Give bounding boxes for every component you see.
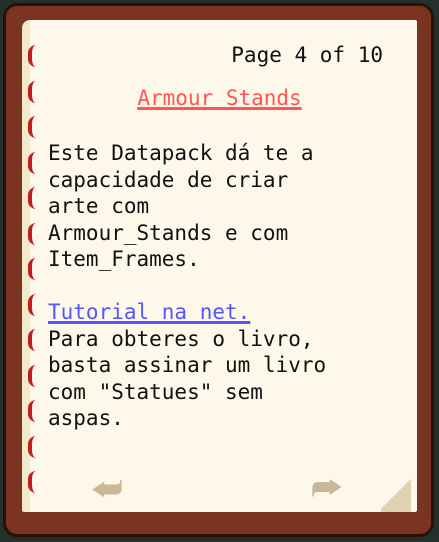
page-curl [381,476,411,512]
binding-ring [28,151,36,174]
page-body: Este Datapack dá te a capacidade de cria… [48,140,326,432]
binding-ring [28,435,36,458]
body-line: Armour_Stands e com [48,220,289,245]
binding-ring [28,400,36,422]
body-line: basta assinar um livro [48,353,327,377]
body-line: Item_Frames. [48,247,200,271]
tutorial-link[interactable]: Tutorial na net. [48,300,250,324]
binding-ring [28,187,36,209]
page-indicator: Page 4 of 10 [231,43,383,67]
previous-page-button[interactable]: ⮨ [80,472,134,506]
binding-ring [28,329,36,351]
body-line: Este Datapack dá te a [48,141,314,165]
body-line: Para obteres o livro, [48,326,314,351]
binding-ring [28,364,36,387]
binding-ring [28,222,36,245]
page-title: Armour Stands [137,86,302,110]
binding-ring [28,293,36,316]
body-line: capacidade de criar [48,167,289,192]
binding-ring [28,116,36,138]
arrow-right-icon: ⮫ [311,469,343,509]
body-line: arte com [48,194,150,218]
binding-ring [28,45,36,67]
body-line: aspas. [48,406,124,430]
body-line: com "Statues" sem [48,379,263,404]
binding-ring [28,258,36,280]
arrow-left-icon: ⮨ [91,469,123,509]
binding-ring [28,471,36,493]
next-page-button[interactable]: ⮫ [300,472,354,506]
